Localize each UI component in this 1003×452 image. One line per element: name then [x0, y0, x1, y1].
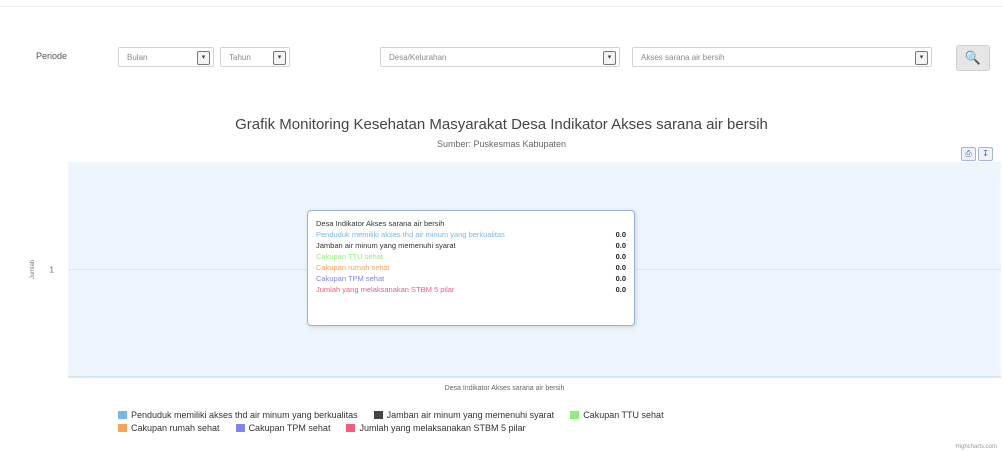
chart-tooltip: Desa Indikator Akses sarana air bersih P… [307, 210, 635, 326]
tooltip-series-value: 0.0 [615, 252, 626, 261]
legend-item[interactable]: Penduduk memiliki akses thd air minum ya… [118, 410, 358, 420]
tooltip-series-name: Jamban air minum yang memenuhi syarat [316, 241, 456, 250]
tooltip-series-name: Jumlah yang melaksanakan STBM 5 pilar [316, 285, 455, 294]
tooltip-series-name: Cakupan TPM sehat [316, 274, 385, 283]
tooltip-row: Jamban air minum yang memenuhi syarat 0.0 [316, 240, 626, 251]
legend-item[interactable]: Cakupan TPM sehat [235, 422, 331, 433]
tooltip-row: Penduduk memiliki akses thd air minum ya… [316, 229, 626, 240]
legend-swatch [373, 410, 383, 419]
periode-label: Periode [36, 51, 68, 61]
tooltip-series-name: Cakupan TTU sehat [316, 252, 383, 261]
legend-row: Penduduk memiliki akses thd air minum ya… [118, 408, 978, 421]
tooltip-row: Cakupan rumah sehat 0.0 [316, 262, 626, 273]
indikator-select-value: Akses sarana air bersih [641, 53, 725, 62]
chart-title: Grafik Monitoring Kesehatan Masyarakat D… [235, 116, 768, 133]
bulan-select[interactable]: Bulan ▾ [118, 47, 214, 67]
search-icon: 🔍 [964, 50, 982, 65]
tooltip-row: Jumlah yang melaksanakan STBM 5 pilar 0.0 [316, 284, 626, 295]
tooltip-row: Cakupan TTU sehat 0.0 [316, 251, 626, 262]
tooltip-rows: Penduduk memiliki akses thd air minum ya… [316, 229, 626, 295]
legend-swatch [346, 423, 356, 432]
tahun-select-value: Tahun [229, 53, 251, 62]
legend-swatch [118, 410, 127, 419]
legend-label: Cakupan TTU sehat [583, 409, 664, 420]
chart-credit: Highcharts.com [955, 444, 997, 450]
legend-item[interactable]: Jamban air minum yang memenuhi syarat [373, 409, 555, 420]
desa-select-value: Desa/Kelurahan [389, 53, 447, 62]
chevron-down-icon: ▾ [603, 51, 616, 65]
tooltip-series-value: 0.0 [615, 285, 626, 294]
x-axis-title: Desa Indikator Akses sarana air bersih [445, 385, 565, 392]
filter-bar: Periode Bulan ▾ Tahun ▾ Desa/Kelurahan ▾… [0, 45, 1003, 71]
tooltip-row: Cakupan TPM sehat 0.0 [316, 273, 626, 284]
tooltip-series-name: Penduduk memiliki akses thd air minum ya… [316, 230, 505, 239]
legend-label: Cakupan rumah sehat [131, 422, 220, 433]
tahun-select[interactable]: Tahun ▾ [220, 47, 290, 67]
legend-swatch [235, 423, 245, 432]
tooltip-header: Desa Indikator Akses sarana air bersih [316, 219, 445, 228]
tooltip-series-value: 0.0 [615, 241, 626, 250]
chevron-down-icon: ▾ [197, 51, 210, 65]
chevron-down-icon: ▾ [915, 51, 928, 65]
legend-label: Cakupan TPM sehat [248, 422, 331, 433]
chevron-down-icon: ▾ [273, 51, 286, 65]
tooltip-series-value: 0.0 [615, 230, 626, 239]
top-divider [0, 0, 1003, 7]
tooltip-series-name: Cakupan rumah sehat [316, 263, 390, 272]
legend-swatch [570, 410, 580, 419]
legend-label: Penduduk memiliki akses thd air minum ya… [131, 409, 358, 420]
search-button[interactable]: 🔍 [956, 45, 990, 71]
chart-legend: Penduduk memiliki akses thd air minum ya… [118, 408, 978, 434]
bulan-select-value: Bulan [127, 53, 148, 62]
tooltip-series-value: 0.0 [615, 274, 626, 283]
legend-item[interactable]: Jumlah yang melaksanakan STBM 5 pilar [346, 422, 526, 433]
y-axis-title: Jumlah [30, 260, 36, 279]
legend-item[interactable]: Cakupan TTU sehat [570, 409, 664, 420]
desa-select[interactable]: Desa/Kelurahan ▾ [380, 47, 620, 67]
legend-label: Jamban air minum yang memenuhi syarat [386, 409, 555, 420]
legend-row: Cakupan rumah sehat Cakupan TPM sehat Juml… [118, 421, 978, 434]
y-tick-label: 1 [50, 266, 55, 275]
indikator-select[interactable]: Akses sarana air bersih ▾ [632, 47, 932, 67]
legend-swatch [118, 423, 127, 432]
legend-label: Jumlah yang melaksanakan STBM 5 pilar [359, 422, 526, 433]
tooltip-series-value: 0.0 [615, 263, 626, 272]
legend-item[interactable]: Cakupan rumah sehat [118, 423, 220, 433]
chart-subtitle: Sumber: Puskesmas Kabupaten [436, 139, 567, 149]
